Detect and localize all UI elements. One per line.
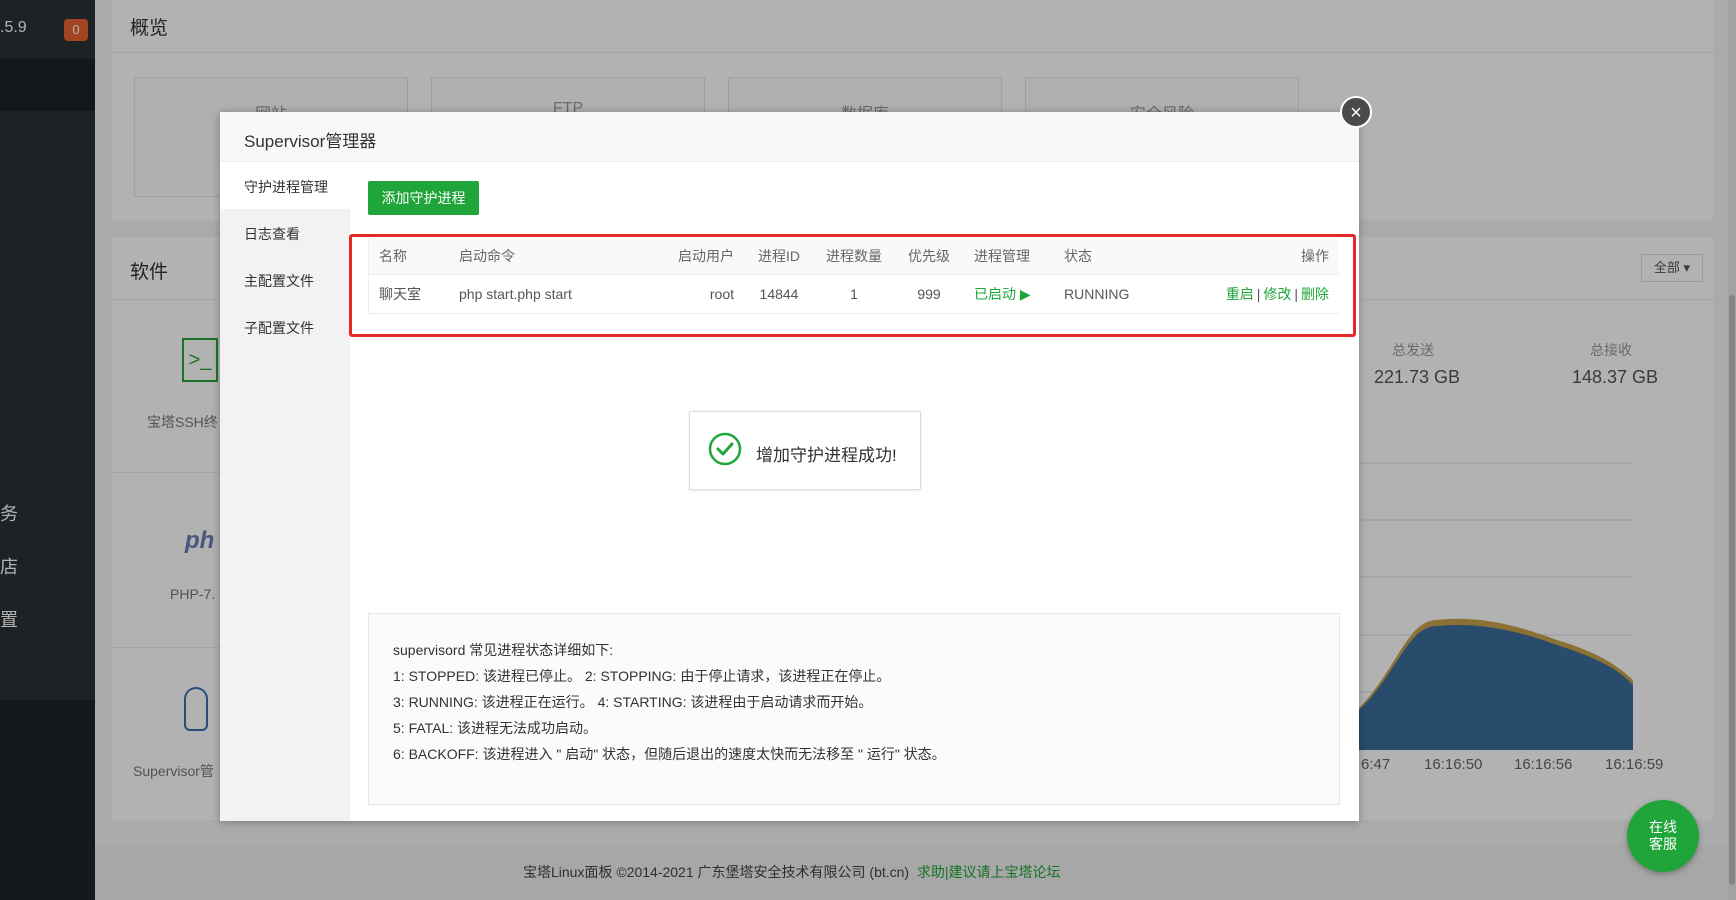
nav-item-log-view[interactable]: 日志查看	[220, 209, 350, 256]
toast-message: 增加守护进程成功!	[756, 446, 897, 465]
nav-item-sub-config[interactable]: 子配置文件	[220, 303, 350, 350]
add-daemon-button[interactable]: 添加守护进程	[368, 181, 479, 215]
info-line: 6: BACKOFF: 该进程进入 " 启动" 状态，但随后退出的速度太快而无法…	[393, 746, 946, 762]
info-line: 1: STOPPED: 该进程已停止。 2: STOPPING: 由于停止请求，…	[393, 668, 891, 684]
online-support-button[interactable]: 在线客服	[1627, 800, 1699, 872]
info-line: supervisord 常见进程状态详细如下:	[393, 642, 614, 658]
modal-nav: 守护进程管理 日志查看 主配置文件 子配置文件	[220, 162, 350, 821]
info-line: 3: RUNNING: 该进程正在运行。 4: STARTING: 该进程由于启…	[393, 694, 873, 710]
info-line: 5: FATAL: 该进程无法成功启动。	[393, 720, 598, 736]
modal-close-button[interactable]: ×	[1340, 96, 1372, 128]
status-info-box: supervisord 常见进程状态详细如下: 1: STOPPED: 该进程已…	[368, 613, 1340, 805]
nav-item-process-manage[interactable]: 守护进程管理	[220, 162, 350, 209]
success-toast: 增加守护进程成功!	[689, 411, 921, 490]
highlight-box	[349, 234, 1356, 337]
supervisor-modal: Supervisor管理器 守护进程管理 日志查看 主配置文件 子配置文件 添加…	[220, 112, 1359, 821]
modal-header: Supervisor管理器	[220, 112, 1359, 162]
modal-title: Supervisor管理器	[244, 132, 377, 151]
nav-item-main-config[interactable]: 主配置文件	[220, 256, 350, 303]
close-icon: ×	[1350, 102, 1362, 124]
check-circle-icon	[708, 432, 742, 466]
